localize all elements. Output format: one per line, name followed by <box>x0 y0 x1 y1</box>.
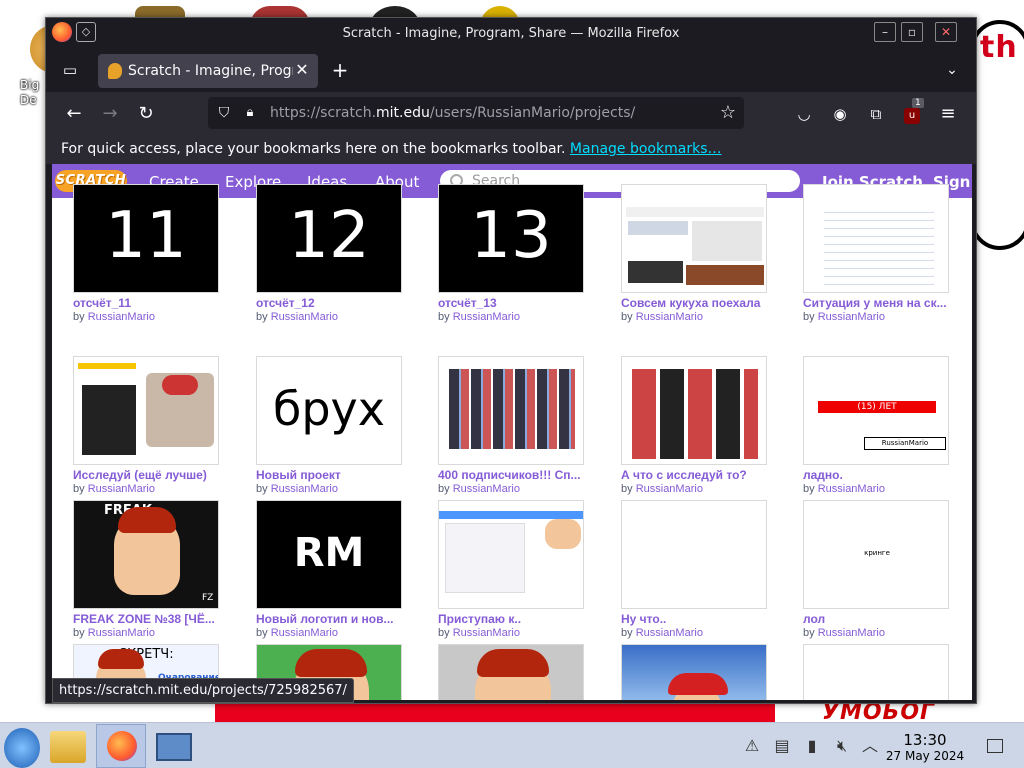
bookmarks-hint: For quick access, place your bookmarks h… <box>61 141 566 157</box>
forward-icon[interactable]: → <box>98 102 122 126</box>
project-title[interactable]: Новый проект <box>256 468 406 482</box>
clock[interactable]: 13:30 27 May 2024 <box>880 732 970 764</box>
project-title[interactable]: FREAK ZONE №38 [ЧЁ... <box>73 612 223 626</box>
project-thumbnail[interactable] <box>803 184 949 293</box>
maximize-button[interactable]: ▫ <box>901 22 923 42</box>
pocket-icon[interactable]: ◡ <box>792 102 816 126</box>
project-author: by RussianMario <box>256 483 338 495</box>
project-title[interactable]: Исследуй (ещё лучше) <box>73 468 223 482</box>
network-icon[interactable]: ⚠ <box>742 736 762 756</box>
project-author: by RussianMario <box>438 483 520 495</box>
firefox-view-icon[interactable]: ▭ <box>58 58 82 82</box>
clipboard-icon[interactable]: ▤ <box>772 736 792 756</box>
extensions-icon[interactable]: ⧉ <box>864 102 888 126</box>
project-author: by RussianMario <box>803 627 885 639</box>
project-author: by RussianMario <box>73 483 155 495</box>
url-bar[interactable]: ⛉ 🔒︎ https://scratch.mit.edu/users/Russi… <box>208 97 744 129</box>
projects-grid: 11 отсчёт_11 by RussianMario 12 отсчёт_1… <box>52 184 972 700</box>
close-window-button[interactable]: ✕ <box>935 22 957 42</box>
start-menu-icon[interactable] <box>4 728 40 768</box>
scratch-favicon-icon <box>108 63 122 79</box>
project-author: by RussianMario <box>256 627 338 639</box>
project-thumbnail[interactable]: брух <box>256 356 402 465</box>
project-thumbnail[interactable] <box>803 644 949 700</box>
bookmark-star-icon[interactable]: ☆ <box>716 101 740 125</box>
bookmarks-toolbar: For quick access, place your bookmarks h… <box>46 136 976 164</box>
tab-title: Scratch - Imagine, Progra <box>128 63 293 79</box>
battery-icon[interactable]: ▮ <box>802 736 822 756</box>
firefox-window: ◇ Scratch - Imagine, Program, Share — Mo… <box>45 17 977 704</box>
project-title[interactable]: А что с исследуй то? <box>621 468 771 482</box>
project-thumbnail[interactable]: 11 <box>73 184 219 293</box>
project-title[interactable]: 400 подписчиков!!! Сп... <box>438 468 588 482</box>
project-thumbnail[interactable] <box>621 644 767 700</box>
project-thumbnail[interactable] <box>621 356 767 465</box>
project-author: by RussianMario <box>803 311 885 323</box>
project-title[interactable]: Приступаю к.. <box>438 612 588 626</box>
project-thumbnail[interactable] <box>621 500 767 609</box>
project-thumbnail[interactable] <box>73 356 219 465</box>
window-title: Scratch - Imagine, Program, Share — Mozi… <box>342 26 680 41</box>
tab-scratch[interactable]: Scratch - Imagine, Progra ✕ <box>98 54 318 88</box>
project-thumbnail[interactable]: (15) ЛЕТ RussianMario <box>803 356 949 465</box>
project-title[interactable]: отсчёт_11 <box>73 296 223 310</box>
status-url: https://scratch.mit.edu/projects/7259825… <box>52 678 354 703</box>
chevron-up-icon[interactable]: ︿ <box>860 736 880 756</box>
project-title[interactable]: Ситуация у меня на ск... <box>803 296 953 310</box>
tab-bar: ▭ Scratch - Imagine, Progra ✕ + ⌄ <box>46 48 976 92</box>
project-title[interactable]: ладно. <box>803 468 953 482</box>
project-thumbnail[interactable] <box>438 644 584 700</box>
project-author: by RussianMario <box>621 627 703 639</box>
new-tab-icon[interactable]: + <box>328 58 352 82</box>
project-author: by RussianMario <box>256 311 338 323</box>
volume-muted-icon[interactable]: 🔇︎ <box>832 736 852 756</box>
project-thumbnail[interactable] <box>438 356 584 465</box>
file-manager-icon[interactable] <box>50 731 86 763</box>
project-thumbnail[interactable]: FREAK FZ <box>73 500 219 609</box>
list-all-tabs-icon[interactable]: ⌄ <box>940 58 964 82</box>
project-title[interactable]: Совсем кукуха поехала <box>621 296 771 310</box>
project-author: by RussianMario <box>73 311 155 323</box>
project-thumbnail[interactable]: RM <box>256 500 402 609</box>
page-content: SCRATCH Create Explore Ideas About Searc… <box>52 164 972 700</box>
project-author: by RussianMario <box>438 627 520 639</box>
project-title[interactable]: Новый логотип и нов... <box>256 612 406 626</box>
lock-icon[interactable]: 🔒︎ <box>238 101 262 125</box>
reload-icon[interactable]: ↻ <box>134 102 158 126</box>
system-settings-icon[interactable] <box>156 733 192 761</box>
project-thumbnail[interactable] <box>621 184 767 293</box>
close-tab-icon[interactable]: ✕ <box>292 60 312 80</box>
wallpaper-text: th <box>980 30 1018 65</box>
clock-time: 13:30 <box>903 731 947 749</box>
account-icon[interactable]: ◉ <box>828 102 852 126</box>
firefox-icon <box>107 731 137 761</box>
project-thumbnail[interactable]: 12 <box>256 184 402 293</box>
project-thumbnail[interactable]: 13 <box>438 184 584 293</box>
project-author: by RussianMario <box>803 483 885 495</box>
taskbar: ⚠ ▤ ▮ 🔇︎ ︿ 13:30 27 May 2024 <box>0 722 1024 768</box>
project-title[interactable]: лол <box>803 612 953 626</box>
show-desktop-icon[interactable] <box>987 739 1003 753</box>
project-author: by RussianMario <box>621 311 703 323</box>
clock-date: 27 May 2024 <box>885 749 965 763</box>
window-titlebar[interactable]: ◇ Scratch - Imagine, Program, Share — Mo… <box>46 18 976 48</box>
project-title[interactable]: отсчёт_12 <box>256 296 406 310</box>
taskbar-firefox[interactable] <box>96 724 146 768</box>
back-icon[interactable]: ← <box>62 102 86 126</box>
project-title[interactable]: Ну что.. <box>621 612 771 626</box>
project-author: by RussianMario <box>621 483 703 495</box>
url-text[interactable]: https://scratch.mit.edu/users/RussianMar… <box>270 105 635 121</box>
project-thumbnail[interactable]: кринге <box>803 500 949 609</box>
project-author: by RussianMario <box>438 311 520 323</box>
shield-icon[interactable]: ⛉ <box>212 101 236 125</box>
minimize-button[interactable]: – <box>874 22 896 42</box>
project-thumbnail[interactable] <box>438 500 584 609</box>
menu-icon[interactable]: ≡ <box>936 102 960 126</box>
project-author: by RussianMario <box>73 627 155 639</box>
manage-bookmarks-link[interactable]: Manage bookmarks… <box>570 141 722 157</box>
extension-badge: 1 <box>912 98 924 108</box>
navigation-toolbar: ← → ↻ ⛉ 🔒︎ https://scratch.mit.edu/users… <box>46 92 976 136</box>
project-title[interactable]: отсчёт_13 <box>438 296 588 310</box>
